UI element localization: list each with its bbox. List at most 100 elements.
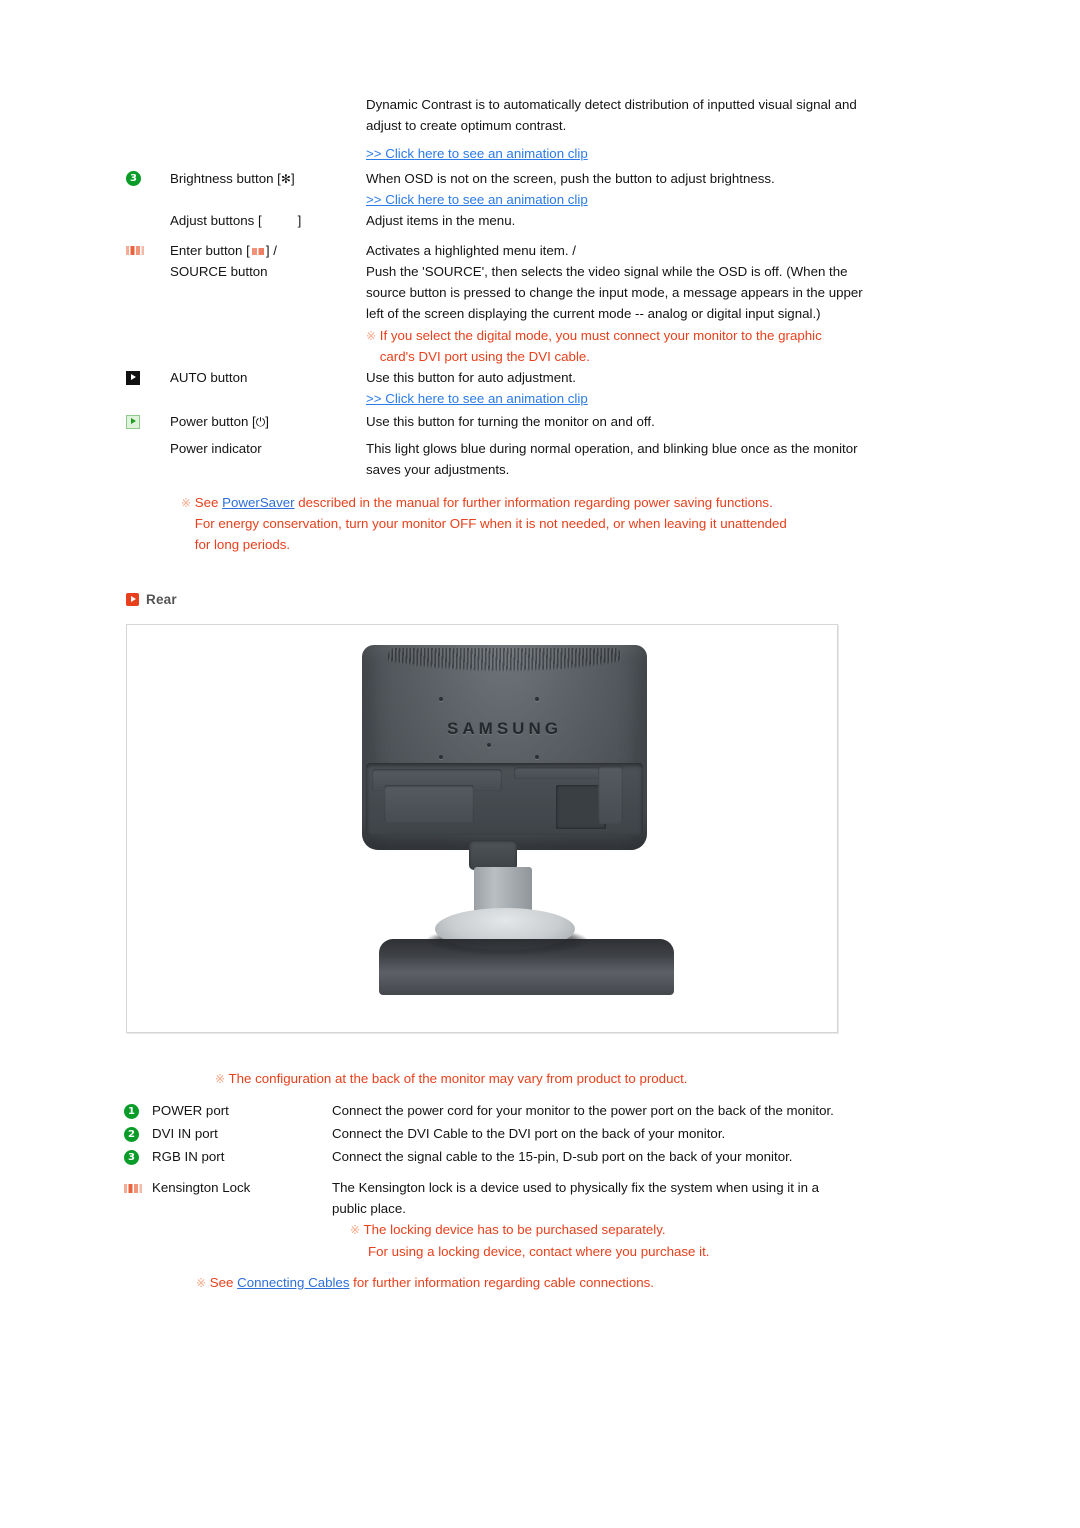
power-symbol-icon: ⏻: [255, 415, 266, 429]
enter-source-label: Enter button [ ] / SOURCE button: [170, 240, 366, 282]
cables-note-after: for further information regarding cable …: [349, 1275, 655, 1290]
kensington-note-2: For using a locking device, contact wher…: [332, 1241, 857, 1262]
power-indicator-row: Power indicator This light glows blue du…: [126, 438, 866, 480]
power-label-suffix: ]: [265, 414, 269, 429]
connecting-cables-link[interactable]: Connecting Cables: [237, 1275, 349, 1290]
kensington-note-1: ※ The locking device has to be purchased…: [332, 1219, 857, 1241]
badge-cell: [126, 367, 170, 387]
source-button-label: SOURCE button: [170, 264, 268, 279]
note-mark-icon: ※: [366, 329, 377, 343]
config-note-mark-icon: ※: [215, 1072, 226, 1086]
number-badge-2: 2: [124, 1127, 139, 1143]
screw-icon: [439, 697, 443, 701]
page-root: Dynamic Contrast is to automatically det…: [0, 0, 1080, 1528]
cables-note-before: See: [209, 1275, 238, 1290]
monitor-back-panel: SAMSUNG: [362, 645, 647, 850]
adjust-buttons-desc: Adjust items in the menu.: [366, 213, 516, 228]
enter-label-suffix: ] /: [265, 243, 277, 258]
auto-button-play-icon: [126, 370, 140, 385]
rgb-in-port-label: RGB IN port: [152, 1149, 225, 1164]
enter-label-prefix: Enter button [: [170, 243, 250, 258]
brightness-label-prefix: Brightness button [: [170, 171, 281, 186]
power-indicator-desc: This light glows blue during normal oper…: [366, 441, 858, 477]
brightness-button-block: 3 Brightness button [✻] When OSD is not …: [126, 168, 866, 212]
number-badge-3: 3: [126, 171, 141, 187]
badge-cell-empty: [126, 94, 170, 96]
rear-config-note: ※ The configuration at the back of the m…: [215, 1068, 915, 1090]
enter-source-button-row: Enter button [ ] / SOURCE button Activate…: [126, 240, 866, 367]
number-badge-3-rgb: 3: [124, 1150, 139, 1166]
monitor-brand-logo: SAMSUNG: [447, 719, 562, 738]
power-port-label: POWER port: [152, 1103, 229, 1118]
monitor-neck-bracket: [469, 840, 517, 870]
auto-button-block: AUTO button Use this button for auto adj…: [126, 367, 866, 411]
rgb-in-port-desc: Connect the signal cable to the 15-pin, …: [332, 1149, 793, 1164]
config-note-text: The configuration at the back of the mon…: [228, 1071, 688, 1086]
screw-icon: [535, 697, 539, 701]
power-indicator-block: Power indicator This light glows blue du…: [126, 438, 866, 482]
dynamic-contrast-link-row: >> Click here to see an animation clip: [126, 143, 866, 164]
kensington-lock-desc: The Kensington lock is a device used to …: [332, 1180, 820, 1216]
monitor-port-panel: [366, 763, 643, 835]
screw-icon: [535, 755, 539, 759]
badge-cell: 3: [124, 1146, 152, 1167]
rear-ports-table: 1 POWER port Connect the power cord for …: [124, 1100, 884, 1264]
brightness-button-row: 3 Brightness button [✻] When OSD is not …: [126, 168, 866, 210]
enter-source-button-block: Enter button [ ] / SOURCE button Activate…: [126, 240, 866, 369]
badge-cell: [126, 411, 170, 431]
power-button-row: Power button [⏻] Use this button for tur…: [126, 411, 866, 433]
kensington-note-line1: The locking device has to be purchased s…: [363, 1222, 666, 1237]
adjust-buttons-row: Adjust buttons [] Adjust items in the me…: [126, 210, 866, 231]
rear-heading-text: Rear: [146, 592, 177, 607]
desk-surface: [379, 939, 674, 995]
table-row-dvi-port: 2 DVI IN port Connect the DVI Cable to t…: [124, 1123, 884, 1144]
digital-mode-note-text: If you select the digital mode, you must…: [379, 328, 822, 364]
adjust-buttons-icon: [265, 218, 295, 225]
enter-desc-line1: Activates a highlighted menu item. /: [366, 243, 576, 258]
badge-cell: 3: [126, 168, 170, 188]
table-row-rgb-port: 3 RGB IN port Connect the signal cable t…: [124, 1146, 884, 1167]
dvi-in-port-label: DVI IN port: [152, 1126, 218, 1141]
power-button-play-icon: [126, 414, 140, 429]
badge-cell: 1: [124, 1100, 152, 1121]
brightness-icon: ✻: [280, 172, 291, 186]
auto-button-row: AUTO button Use this button for auto adj…: [126, 367, 866, 409]
animation-clip-link-dynamic-contrast[interactable]: >> Click here to see an animation clip: [366, 146, 588, 161]
screw-icon: [439, 755, 443, 759]
badge-cell-empty: [126, 143, 170, 145]
animation-clip-link-brightness[interactable]: >> Click here to see an animation clip: [366, 192, 588, 207]
adjust-buttons-block: Adjust buttons [] Adjust items in the me…: [126, 210, 866, 233]
kensington-lock-desc-wrap: The Kensington lock is a device used to …: [332, 1177, 857, 1262]
dynamic-contrast-block: Dynamic Contrast is to automatically det…: [126, 94, 866, 166]
badge-cell: [124, 1177, 152, 1198]
animation-clip-link-auto[interactable]: >> Click here to see an animation clip: [366, 391, 588, 406]
adjust-buttons-label: Adjust buttons []: [170, 210, 366, 231]
badge-cell-empty: [126, 210, 170, 212]
powersaver-note: ※ See PowerSaver described in the manual…: [181, 492, 806, 555]
kensington-lock-icon: [124, 1184, 142, 1194]
number-badge-1: 1: [124, 1104, 139, 1120]
kensington-lock-label: Kensington Lock: [152, 1180, 251, 1195]
enter-button-icon: [126, 246, 144, 256]
brightness-desc-text: When OSD is not on the screen, push the …: [366, 171, 775, 186]
digital-mode-note: ※ If you select the digital mode, you mu…: [366, 325, 866, 367]
dvi-in-port-desc: Connect the DVI Cable to the DVI port on…: [332, 1126, 726, 1141]
powersaver-note-before: See: [194, 495, 223, 510]
brightness-button-desc: When OSD is not on the screen, push the …: [366, 168, 866, 210]
auto-desc-text: Use this button for auto adjustment.: [366, 370, 576, 385]
powersaver-note-mark-icon: ※: [181, 496, 192, 510]
brightness-label-suffix: ]: [290, 171, 295, 186]
kensington-note-mark-icon: ※: [350, 1223, 361, 1237]
rear-section-heading: Rear: [126, 592, 177, 607]
badge-cell: [126, 240, 170, 260]
power-button-block: Power button [⏻] Use this button for tur…: [126, 411, 866, 435]
power-button-desc: Use this button for turning the monitor …: [366, 414, 655, 429]
auto-button-label: AUTO button: [170, 370, 248, 385]
kensington-note-line2: For using a locking device, contact wher…: [368, 1244, 710, 1259]
power-label-prefix: Power button [: [170, 414, 256, 429]
badge-cell-empty: [126, 438, 170, 440]
power-indicator-label: Power indicator: [170, 441, 262, 456]
powersaver-link[interactable]: PowerSaver: [222, 495, 294, 510]
adjust-label-suffix: ]: [297, 213, 302, 228]
enter-desc-line2: Push the 'SOURCE', then selects the vide…: [366, 264, 863, 321]
